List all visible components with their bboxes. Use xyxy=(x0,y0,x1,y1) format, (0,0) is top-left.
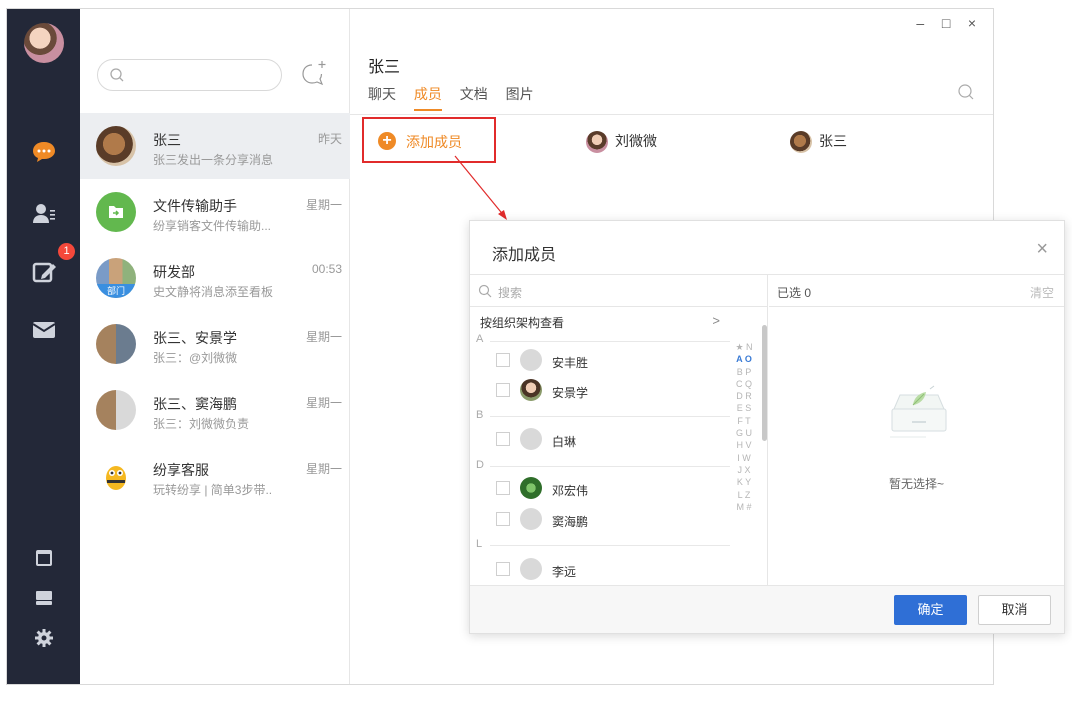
index-letter[interactable]: A O xyxy=(734,353,754,365)
group-letter: D xyxy=(476,459,484,471)
screen: 1 张三 张三发出一条分享消息 昨天 文件传输助手 纷享销客文件传输助... 星… xyxy=(0,0,1072,704)
candidate-name: 白琳 xyxy=(552,435,577,449)
index-letter[interactable]: H V xyxy=(734,439,754,451)
add-member-dialog: 添加成员 × 搜索 按组织架构查看 > A 安丰胜 安景学 B 白琳 D 邓宏伟… xyxy=(469,220,1065,634)
index-letter[interactable]: C Q xyxy=(734,378,754,390)
member-search-input[interactable]: 搜索 xyxy=(470,275,768,307)
index-letter[interactable]: I W xyxy=(734,452,754,464)
dialog-title: 添加成员 xyxy=(492,247,557,264)
index-letter[interactable]: L Z xyxy=(734,489,754,501)
selected-count: 已选 0 xyxy=(777,286,812,300)
candidate-pane: 搜索 按组织架构查看 > A 安丰胜 安景学 B 白琳 D 邓宏伟 窦海鹏 L … xyxy=(470,275,768,586)
candidate-name: 李远 xyxy=(552,565,577,579)
avatar xyxy=(520,349,542,371)
index-letter[interactable]: K Y xyxy=(734,476,754,488)
candidate-name: 安丰胜 xyxy=(552,356,589,370)
avatar xyxy=(520,508,542,530)
group-letter: L xyxy=(476,538,483,550)
candidate-name: 安景学 xyxy=(552,386,589,400)
org-structure-link[interactable]: 按组织架构查看 > xyxy=(470,307,730,333)
group-letter: B xyxy=(476,409,484,421)
select-checkbox[interactable] xyxy=(496,562,510,576)
index-letter[interactable]: J X xyxy=(734,464,754,476)
alphabet-index: ★ N A O B P C Q D R E S F T G U H V I W … xyxy=(734,341,754,513)
cancel-button[interactable]: 取消 xyxy=(978,595,1051,625)
group-letter: A xyxy=(476,333,484,345)
index-letter[interactable]: F T xyxy=(734,415,754,427)
confirm-button[interactable]: 确定 xyxy=(894,595,967,625)
avatar xyxy=(520,477,542,499)
avatar xyxy=(520,379,542,401)
index-letter[interactable]: E S xyxy=(734,402,754,414)
candidate-name: 窦海鹏 xyxy=(552,515,589,529)
select-checkbox[interactable] xyxy=(496,353,510,367)
select-checkbox[interactable] xyxy=(496,383,510,397)
index-letter[interactable]: D R xyxy=(734,390,754,402)
select-checkbox[interactable] xyxy=(496,432,510,446)
index-letter[interactable]: M # xyxy=(734,501,754,513)
select-checkbox[interactable] xyxy=(496,481,510,495)
index-letter[interactable]: ★ N xyxy=(734,341,754,353)
empty-state-text: 暂无选择~ xyxy=(888,477,944,491)
select-checkbox[interactable] xyxy=(496,512,510,526)
close-icon[interactable]: × xyxy=(1036,239,1048,259)
avatar xyxy=(520,428,542,450)
index-letter[interactable]: B P xyxy=(734,366,754,378)
selected-header: 已选 0 清空 xyxy=(769,275,1064,307)
divider xyxy=(490,341,730,342)
index-letter[interactable]: G U xyxy=(734,427,754,439)
divider xyxy=(490,545,730,546)
divider xyxy=(490,466,730,467)
avatar xyxy=(520,558,542,580)
candidate-name: 邓宏伟 xyxy=(552,484,589,498)
search-placeholder: 搜索 xyxy=(498,286,523,300)
org-structure-label: 按组织架构查看 xyxy=(480,316,565,330)
chevron-right-icon: > xyxy=(712,313,720,328)
divider xyxy=(490,416,730,417)
clear-button[interactable]: 清空 xyxy=(1030,284,1054,301)
dialog-body: 搜索 按组织架构查看 > A 安丰胜 安景学 B 白琳 D 邓宏伟 窦海鹏 L … xyxy=(470,274,1064,586)
search-icon xyxy=(478,284,492,298)
empty-tray-icon xyxy=(890,385,947,438)
selected-pane: 已选 0 清空 暂无选择~ xyxy=(769,275,1064,586)
scrollbar[interactable] xyxy=(762,325,767,441)
dialog-footer: 确定 取消 xyxy=(470,585,1064,633)
